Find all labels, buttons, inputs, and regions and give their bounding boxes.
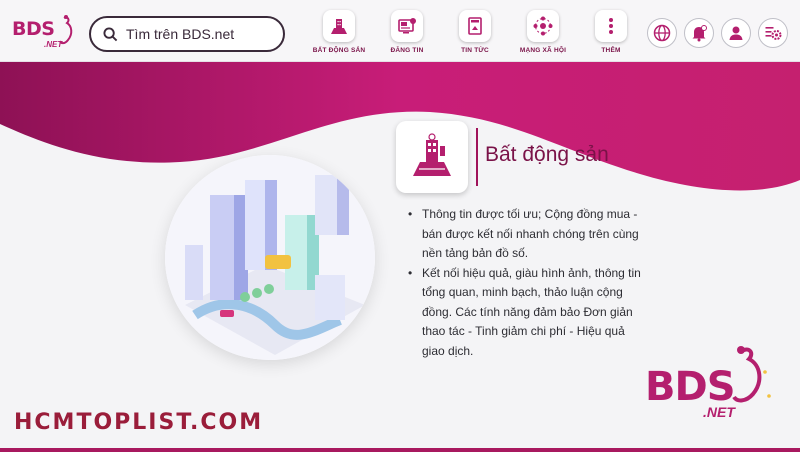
logo-text: BDS [12,18,55,40]
more-icon [595,10,627,42]
nav-label: Bất động sản [312,47,366,54]
notification-bell-icon [692,25,707,42]
feature-divider [476,128,478,186]
settings-list-icon [765,27,782,40]
nav-item-tin-tuc[interactable]: Tin tức [441,10,509,58]
post-icon [391,10,423,42]
logo-mark-icon [59,15,73,45]
real-estate-icon [413,133,451,176]
language-button[interactable] [647,18,677,48]
nav-item-bat-dong-san[interactable]: Bất động sản [305,10,373,58]
social-network-icon [527,10,559,42]
search-icon [103,26,118,41]
feature-bullet-list: Thông tin được tối ưu; Cộng đồng mua - b… [408,205,648,361]
nav-label: Tin tức [461,47,489,54]
notification-button[interactable] [684,18,714,48]
hero-banner: Bất động sản Thông tin được tối ưu; Cộng… [0,62,800,448]
bullet-item: Thông tin được tối ưu; Cộng đồng mua - b… [408,205,648,264]
globe-icon [653,24,671,42]
user-icon [729,26,743,40]
bullet-item: Kết nối hiệu quả, giàu hình ảnh, thông t… [408,264,648,362]
footer-logo-sub: .NET [703,404,735,420]
city-illustration [165,155,375,360]
main-nav: Bất động sản Đăng tin [305,10,645,58]
account-button[interactable] [721,18,751,48]
search-input[interactable] [126,26,276,42]
bottom-accent-bar [0,448,800,452]
settings-button[interactable] [758,18,788,48]
news-icon [459,10,491,42]
top-header: BDS .NET Bất động sản [0,0,800,62]
search-box[interactable] [89,16,285,52]
building-icon [323,10,355,42]
nav-label: Mạng xã hội [519,47,567,54]
footer-brand-logo: BDS .NET [645,342,775,422]
nav-item-them[interactable]: Thêm [577,10,645,58]
nav-label: Đăng tin [390,47,424,54]
nav-item-dang-tin[interactable]: Đăng tin [373,10,441,58]
header-actions [647,18,788,48]
feature-title: Bất động sản [485,143,609,166]
brand-logo[interactable]: BDS .NET [12,14,74,54]
watermark-text: HCMTOPLIST.COM [14,410,264,435]
nav-item-mang-xa-hoi[interactable]: Mạng xã hội [509,10,577,58]
feature-icon-card [396,121,468,193]
nav-label: Thêm [601,47,621,54]
